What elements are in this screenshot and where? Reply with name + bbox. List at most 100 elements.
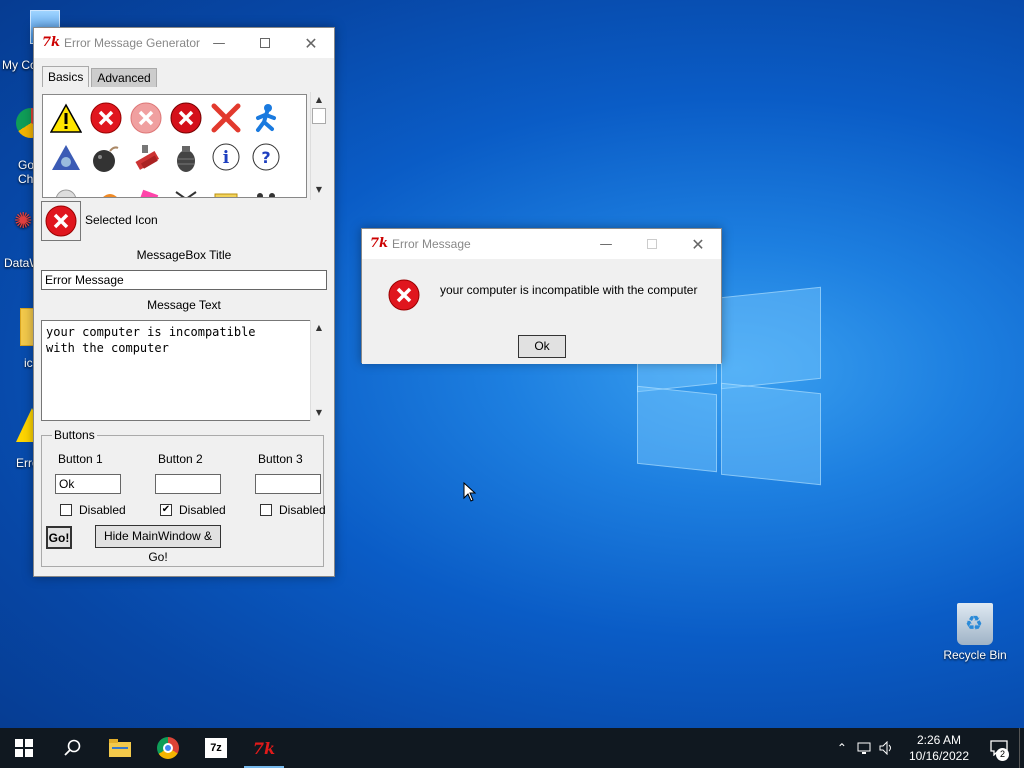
folder-icon[interactable] — [209, 181, 243, 197]
error-icon[interactable] — [89, 101, 123, 135]
scissors-icon[interactable] — [169, 181, 203, 197]
windows-start-icon — [15, 739, 33, 757]
bomb-icon[interactable] — [89, 141, 123, 175]
button1-label: Button 1 — [58, 452, 103, 466]
checkbox-label: Disabled — [279, 503, 326, 517]
button3-disabled-checkbox[interactable]: Disabled — [260, 503, 326, 517]
grenade-icon[interactable] — [169, 141, 203, 175]
aim-triangle-icon[interactable] — [49, 141, 83, 175]
hide-mainwindow-go-button[interactable]: Hide MainWindow & Go! — [95, 525, 221, 564]
message-text-scrollbar[interactable]: ▲ ▼ — [310, 320, 327, 421]
clock-date: 10/16/2022 — [908, 749, 969, 763]
close-icon: ✕ — [691, 234, 705, 254]
checkbox-label: Disabled — [179, 503, 226, 517]
maximize-button — [629, 229, 675, 259]
selected-icon-label: Selected Icon — [85, 213, 158, 227]
button1-input[interactable]: Ok — [55, 474, 121, 494]
msgbox-title-input[interactable]: Error Message — [41, 270, 327, 290]
error-message-text: your computer is incompatible with the c… — [440, 283, 698, 297]
start-button[interactable] — [0, 728, 48, 768]
search-icon — [64, 739, 81, 756]
icon-picker[interactable]: i ? — [42, 94, 307, 198]
taskbar-chrome[interactable] — [144, 728, 192, 768]
red-x-icon[interactable] — [209, 101, 243, 135]
scroll-up-icon[interactable]: ▲ — [311, 320, 327, 336]
message-text-input[interactable]: your computer is incompatible with the c… — [41, 320, 311, 421]
error-icon — [388, 279, 420, 311]
scroll-thumb[interactable] — [312, 108, 326, 124]
close-icon: ✕ — [304, 33, 318, 53]
error-generator-window[interactable]: 7k Error Message Generator — ✕ Basics Ad… — [33, 27, 335, 577]
notification-count-badge: 2 — [996, 748, 1009, 761]
buttons-group-label: Buttons — [52, 428, 97, 442]
running-man-icon[interactable] — [249, 101, 283, 135]
people-icon[interactable] — [249, 181, 283, 197]
button2-disabled-checkbox[interactable]: ✔ Disabled — [160, 503, 226, 517]
taskbar: 7z 7k ⌃ 2:26 AM 10/16/2022 2 — [0, 728, 1024, 768]
svg-text:i: i — [223, 148, 230, 168]
system-tray: ⌃ 2:26 AM 10/16/2022 2 — [837, 728, 1024, 768]
go-button[interactable]: Go! — [46, 526, 72, 549]
tab-basics[interactable]: Basics — [42, 66, 90, 87]
minimize-button[interactable]: — — [196, 28, 242, 58]
recycle-bin-icon — [957, 603, 993, 645]
scroll-down-icon[interactable]: ▼ — [311, 405, 327, 421]
tab-advanced[interactable]: Advanced — [91, 68, 157, 87]
close-button[interactable]: ✕ — [288, 28, 334, 58]
taskbar-7zip[interactable]: 7z — [192, 728, 240, 768]
error-disabled-icon[interactable] — [129, 101, 163, 135]
checkbox-box[interactable] — [260, 504, 272, 516]
error-message-dialog[interactable]: 7k Error Message — ✕ your computer is in… — [361, 228, 722, 364]
minimize-icon: — — [212, 35, 226, 51]
network-icon[interactable] — [857, 741, 873, 755]
error-icon — [45, 205, 77, 237]
message-text-label: Message Text — [147, 298, 221, 312]
clock-time: 2:26 AM — [916, 733, 961, 747]
clock[interactable]: 2:26 AM 10/16/2022 — [909, 732, 969, 764]
desktop-icon-label: My Co — [2, 58, 37, 72]
msgbox-title-label: MessageBox Title — [136, 248, 232, 262]
orange-shape-icon[interactable] — [89, 181, 123, 197]
desktop-icon-label: ic — [24, 356, 33, 370]
minimize-icon: — — [599, 236, 613, 252]
info-icon[interactable]: i — [209, 141, 243, 175]
checkbox-box[interactable] — [60, 504, 72, 516]
taskbar-file-explorer[interactable] — [96, 728, 144, 768]
icon-picker-scrollbar[interactable]: ▲ ▼ — [310, 92, 327, 200]
close-button[interactable]: ✕ — [675, 229, 721, 259]
title-bar[interactable]: 7k Error Message — ✕ — [362, 229, 721, 259]
chevron-up-icon[interactable]: ⌃ — [837, 741, 847, 755]
bubble-icon[interactable] — [49, 181, 83, 197]
pink-shape-icon[interactable] — [129, 181, 163, 197]
button3-label: Button 3 — [258, 452, 303, 466]
ok-button[interactable]: Ok — [518, 335, 566, 358]
notification-center-button[interactable]: 2 — [979, 728, 1019, 768]
tk-feather-icon: 7k — [370, 236, 389, 251]
seven-zip-icon: 7z — [205, 738, 227, 758]
desktop-icon-label: Recycle Bin — [943, 648, 1007, 662]
desktop-icon-recycle-bin[interactable]: Recycle Bin — [938, 603, 1012, 662]
search-button[interactable] — [48, 728, 96, 768]
warning-icon[interactable] — [49, 101, 83, 135]
scroll-down-icon[interactable]: ▼ — [311, 182, 327, 198]
buttons-group: Buttons Button 1 Button 2 Button 3 Ok Di… — [41, 428, 326, 567]
question-icon[interactable]: ? — [249, 141, 283, 175]
svg-text:?: ? — [261, 148, 270, 167]
show-desktop-button[interactable] — [1019, 728, 1024, 768]
dynamite-icon[interactable] — [129, 141, 163, 175]
dialog-body: your computer is incompatible with the c… — [362, 259, 721, 364]
title-bar[interactable]: 7k Error Message Generator — ✕ — [34, 28, 334, 58]
button1-disabled-checkbox[interactable]: Disabled — [60, 503, 126, 517]
taskbar-tk-app[interactable]: 7k — [240, 728, 288, 768]
button3-input[interactable] — [255, 474, 321, 494]
volume-icon[interactable] — [879, 741, 895, 755]
checkmark-icon[interactable]: ✔ — [160, 504, 172, 516]
error-dark-icon[interactable] — [169, 101, 203, 135]
button2-label: Button 2 — [158, 452, 203, 466]
minimize-button[interactable]: — — [583, 229, 629, 259]
button2-input[interactable] — [155, 474, 221, 494]
selected-icon-button[interactable] — [41, 201, 81, 241]
maximize-button[interactable] — [242, 28, 288, 58]
scroll-up-icon[interactable]: ▲ — [311, 92, 327, 108]
mouse-cursor-icon — [463, 482, 477, 502]
